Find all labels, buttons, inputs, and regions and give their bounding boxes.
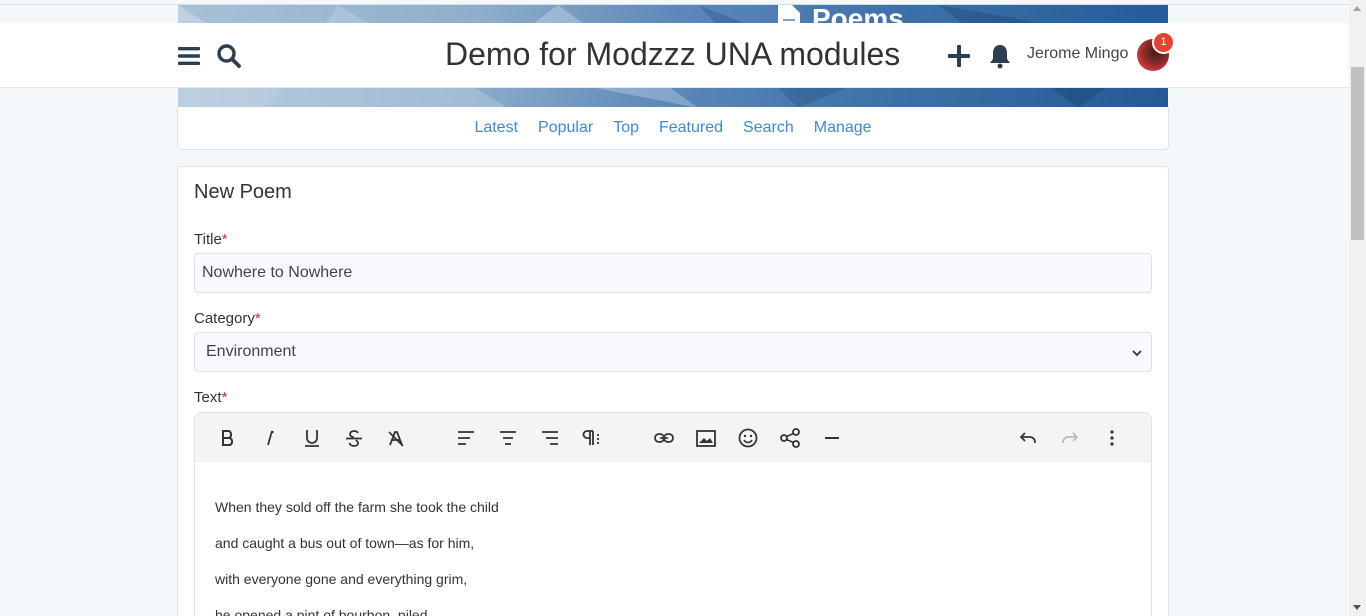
nav-search[interactable]: Search — [743, 119, 794, 137]
editor-content[interactable]: When they sold off the farm she took the… — [195, 462, 1151, 616]
scroll-thumb[interactable] — [1351, 67, 1364, 240]
required-mark: * — [221, 389, 228, 406]
page-scrollbar[interactable] — [1349, 0, 1366, 616]
document-icon — [778, 5, 800, 23]
site-header: Demo for Modzzz UNA modules Jerome Mingo… — [0, 23, 1349, 88]
category-select[interactable]: Environment — [194, 332, 1152, 372]
required-mark: * — [254, 310, 261, 327]
site-title[interactable]: Demo for Modzzz UNA modules — [445, 36, 900, 73]
nav-latest[interactable]: Latest — [474, 119, 518, 137]
nav-manage[interactable]: Manage — [814, 119, 872, 137]
category-label: Category* — [194, 310, 261, 327]
link-icon[interactable] — [653, 427, 675, 449]
module-nav: Latest Popular Top Featured Search Manag… — [177, 107, 1169, 150]
redo-icon[interactable] — [1059, 427, 1081, 449]
user-name[interactable]: Jerome Mingo — [1027, 45, 1128, 63]
horizontal-rule-icon[interactable] — [821, 427, 843, 449]
nav-popular[interactable]: Popular — [538, 119, 593, 137]
bold-icon[interactable] — [217, 427, 239, 449]
editor-toolbar — [195, 413, 1151, 462]
notification-badge: 1 — [1152, 31, 1175, 54]
more-icon[interactable] — [1101, 427, 1123, 449]
nav-featured[interactable]: Featured — [659, 119, 723, 137]
add-icon[interactable] — [946, 43, 972, 69]
align-right-icon[interactable] — [539, 427, 561, 449]
paragraph-icon[interactable] — [581, 427, 603, 449]
poem-line: he opened a pint of bourbon, piled — [215, 607, 428, 616]
underline-icon[interactable] — [301, 427, 323, 449]
image-icon[interactable] — [695, 427, 717, 449]
emoji-icon[interactable] — [737, 427, 759, 449]
poem-line: with everyone gone and everything grim, — [215, 571, 468, 587]
clear-format-icon[interactable] — [385, 427, 407, 449]
poem-line: and caught a bus out of town—as for him, — [215, 535, 475, 551]
search-icon[interactable] — [216, 43, 242, 69]
strikethrough-icon[interactable] — [343, 427, 365, 449]
form-heading: New Poem — [194, 181, 292, 203]
share-icon[interactable] — [779, 427, 801, 449]
scroll-up-arrow-icon[interactable] — [1353, 6, 1361, 11]
text-label-text: Text — [194, 389, 222, 406]
title-input[interactable]: Nowhere to Nowhere — [194, 253, 1152, 293]
title-label-text: Title — [194, 231, 222, 248]
align-center-icon[interactable] — [497, 427, 519, 449]
category-value: Environment — [206, 343, 296, 360]
rich-text-editor[interactable]: When they sold off the farm she took the… — [194, 412, 1152, 616]
cover-title: Poems — [778, 5, 904, 23]
poem-line: When they sold off the farm she took the… — [215, 499, 499, 515]
new-poem-form: New Poem Title* Nowhere to Nowhere Categ… — [177, 166, 1169, 616]
title-label: Title* — [194, 231, 228, 248]
text-label: Text* — [194, 389, 227, 406]
category-label-text: Category — [194, 310, 255, 327]
menu-icon[interactable] — [176, 43, 202, 69]
cover-title-text: Poems — [812, 5, 904, 23]
scroll-down-arrow-icon[interactable] — [1353, 605, 1361, 610]
bell-icon[interactable] — [987, 43, 1013, 69]
italic-icon[interactable] — [259, 427, 281, 449]
nav-top[interactable]: Top — [613, 119, 639, 137]
undo-icon[interactable] — [1017, 427, 1039, 449]
chevron-down-icon — [1132, 350, 1142, 357]
required-mark: * — [221, 231, 228, 248]
align-left-icon[interactable] — [455, 427, 477, 449]
